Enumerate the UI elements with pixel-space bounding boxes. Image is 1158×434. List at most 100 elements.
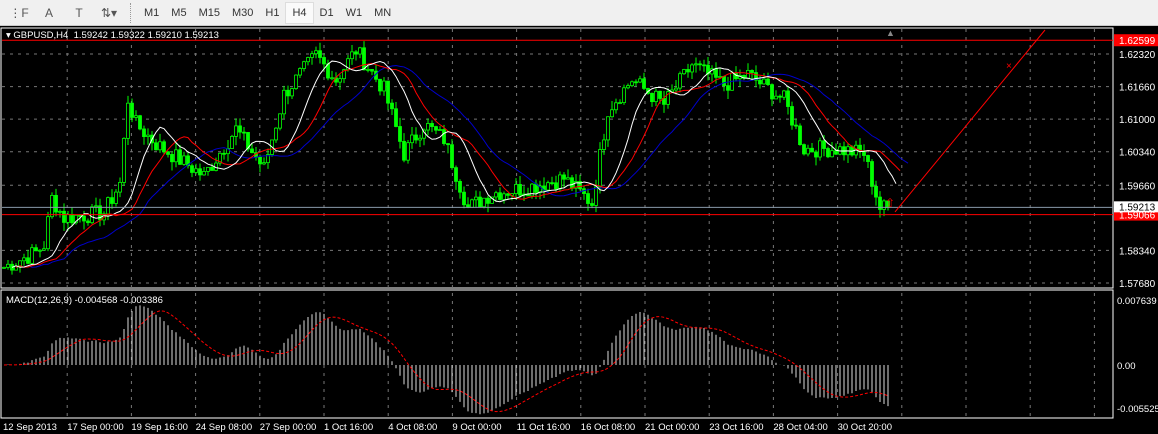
candle-body [230,135,234,149]
timeframe-mn[interactable]: MN [368,2,397,24]
candle-body [702,64,706,67]
symbol-header: ▾ GBPUSD,H4 1.59242 1.59322 1.59210 1.59… [6,30,219,41]
candle-body [2,266,6,269]
candle-body [434,126,438,131]
scroll-marker-icon: ▲ [886,28,895,38]
time-axis-label: 24 Sep 08:00 [196,422,253,433]
candle-body [566,177,570,180]
candle-body [814,151,818,158]
candle-body [474,196,478,201]
candle-body [130,102,134,118]
candle-body [686,69,690,73]
candle-body [834,150,838,155]
trendline [894,29,1046,213]
timeframe-h4[interactable]: H4 [285,1,314,24]
price-axis-label: 1.59660 [1119,181,1156,192]
candle-body [262,162,266,165]
time-axis-label: 9 Oct 00:00 [452,422,501,433]
candle-body [350,51,354,60]
timeframe-d1[interactable]: D1 [314,2,340,24]
candle-body [338,78,342,83]
candle-body [302,61,306,69]
candle-body [54,194,58,213]
time-axis-label: 11 Oct 16:00 [517,422,571,433]
grid-f-icon[interactable]: ⋮F [8,2,30,24]
text-a-icon[interactable]: A [38,2,60,24]
candle-body [222,152,226,155]
arrows-icon[interactable]: ⇅▾ [98,2,120,24]
candle-body [602,139,606,150]
timeframe-m30[interactable]: M30 [226,2,259,24]
candle-body [678,73,682,89]
candle-body [294,74,298,89]
candle-body [46,216,50,250]
candle-body [626,85,630,89]
candle-body [766,78,770,86]
timeframe-w1[interactable]: W1 [340,2,369,24]
candle-body [430,123,434,127]
candle-body [618,102,622,104]
candle-body [478,196,482,208]
candle-body [694,63,698,66]
candle-body [106,197,110,215]
timeframe-m5[interactable]: M5 [165,2,192,24]
candle-body [606,116,610,141]
candle-body [110,197,114,204]
candle-body [518,184,522,196]
candle-body [658,90,662,99]
candle-body [782,90,786,98]
candle-body [762,78,766,85]
candle-body [210,166,214,171]
candle-body [314,50,318,55]
candle-body [690,64,694,73]
candle-body [866,155,870,162]
ohlc-values: 1.59242 1.59322 1.59210 1.59213 [73,30,219,41]
candle-body [198,168,202,176]
candle-body [6,263,10,268]
main-panel-border [0,27,1114,289]
candle-body [354,51,358,55]
candle-body [406,142,410,161]
candle-body [822,140,826,149]
candle-body [206,166,210,172]
candle-body [446,143,450,146]
candle-body [358,47,362,55]
candle-body [146,134,150,137]
candle-body [550,182,554,185]
candle-body [790,106,794,126]
ma-white-line [11,60,897,268]
candle-body [174,149,178,163]
candle-body [722,76,726,87]
candle-body [502,193,506,200]
candle-body [806,147,810,155]
level-label-upper: 1.62599 [1119,36,1156,47]
candle-body [402,140,406,161]
candle-body [118,182,122,193]
timeframe-h1[interactable]: H1 [259,2,285,24]
time-axis-label: 17 Sep 00:00 [67,422,124,433]
candle-body [498,192,502,200]
candle-body [318,50,322,58]
bid-label: 1.59213 [1119,202,1156,213]
candle-body [750,69,754,73]
candle-body [494,192,498,198]
candle-body [650,92,654,103]
timeframe-m1[interactable]: M1 [138,2,165,24]
candle-body [554,182,558,190]
time-axis-label: 1 Oct 16:00 [324,422,373,433]
candle-body [654,90,658,103]
price-axis-label: 1.62320 [1119,50,1156,61]
candle-body [826,148,830,158]
candle-body [682,69,686,75]
ma-red-line [15,62,901,268]
price-chart[interactable]: 1.62320 1.61660 1.61000 1.60340 1.59660 1.583… [0,27,1158,434]
text-label-icon[interactable]: T [68,2,90,24]
candle-body [170,154,174,163]
candle-body [758,79,762,85]
candle-body [310,53,314,58]
timeframe-m15[interactable]: M15 [193,2,226,24]
candle-body [546,182,550,191]
candle-body [378,78,382,92]
candle-body [390,102,394,110]
candle-body [426,123,430,131]
